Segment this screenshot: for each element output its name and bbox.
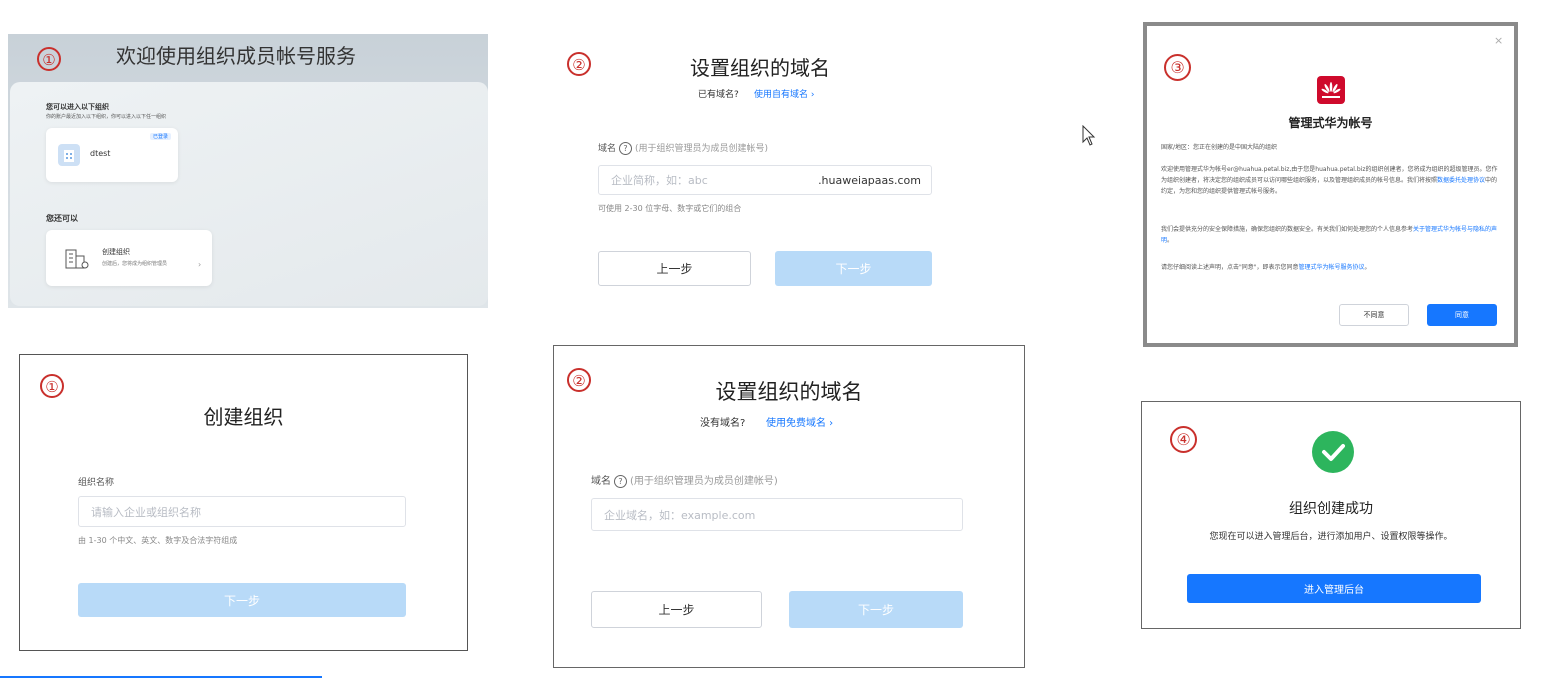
- create-org-building-icon: [64, 246, 90, 274]
- domain-suffix: .huaweiapaas.com: [818, 173, 921, 187]
- agreement-paragraph-2: 我们会提供充分的安全保障措施，确保您组织的数据安全。有关我们如何处理您的个人信息…: [1161, 224, 1501, 246]
- domain-field-hint-bottom: (用于组织管理员为成员创建帐号): [630, 476, 778, 487]
- enterprise-domain-input[interactable]: 企业域名，如：example.com: [591, 498, 963, 531]
- join-org-heading: 您可以进入以下组织: [46, 103, 109, 111]
- mouse-cursor-icon: [1082, 124, 1096, 151]
- next-step-button[interactable]: 下一步: [775, 251, 932, 286]
- dialog-title: 管理式华为帐号: [1288, 116, 1373, 130]
- use-own-domain-link[interactable]: 使用自有域名 ›: [754, 87, 814, 100]
- step-number-2: ②: [567, 52, 591, 76]
- domain-title: 设置组织的域名: [690, 56, 830, 80]
- agree-button[interactable]: 同意: [1427, 304, 1497, 326]
- decline-button[interactable]: 不同意: [1339, 304, 1409, 326]
- also-can-heading: 您还可以: [46, 214, 78, 223]
- create-org-title: 创建组织: [203, 405, 284, 429]
- service-agreement-link[interactable]: 管理式华为帐号服务协议: [1299, 264, 1365, 271]
- prev-step-button-bottom[interactable]: 上一步: [591, 591, 762, 628]
- para3-text: 请您仔细阅读上述声明，点击"同意"，即表示您同意: [1161, 264, 1299, 271]
- org-building-icon: [58, 144, 80, 166]
- success-check-icon: [1312, 431, 1354, 473]
- domain-field-label-bottom: 域名: [591, 476, 611, 487]
- agreement-paragraph-3: 请您仔细阅读上述声明，点击"同意"，即表示您同意管理式华为帐号服务协议。: [1161, 262, 1501, 273]
- para2-text: 我们会提供充分的安全保障措施，确保您组织的数据安全。有关我们如何处理您的个人信息…: [1161, 226, 1414, 233]
- domain-title-bottom: 设置组织的域名: [715, 380, 863, 404]
- create-org-panel: ① 创建组织 组织名称 请输入企业或组织名称 由 1-30 个中文、英文、数字及…: [19, 354, 468, 651]
- step-number-1: ①: [37, 47, 61, 71]
- join-org-desc: 你的账户最近加入以下组织，你可以进入以下任一组织: [46, 114, 167, 120]
- org-name-label: 组织名称: [78, 478, 115, 488]
- org-name-input[interactable]: 请输入企业或组织名称: [78, 496, 406, 527]
- domain-input-note: 可使用 2-30 位字母、数字或它们的组合: [598, 204, 742, 213]
- enter-admin-console-button[interactable]: 进入管理后台: [1187, 574, 1481, 603]
- region-line: 国家/地区：您正在创建的是中国大陆的组织: [1161, 144, 1278, 151]
- domain-field-label-row-bottom: 域名? (用于组织管理员为成员创建帐号): [591, 472, 778, 488]
- create-org-desc: 创建后，您将成为组织管理员: [102, 261, 168, 267]
- org-status-badge: 已登录: [150, 133, 172, 140]
- domain-input-placeholder: 企业简称，如：abc: [611, 174, 708, 187]
- has-domain-text: 已有域名?: [698, 90, 739, 100]
- prev-step-button[interactable]: 上一步: [598, 251, 751, 286]
- domain-panel-bottom: ② 设置组织的域名 没有域名? 使用免费域名 › 域名? (用于组织管理员为成员创…: [553, 345, 1025, 668]
- step-number-3: ③: [1164, 54, 1191, 81]
- success-panel: ④ 组织创建成功 您现在可以进入管理后台，进行添加用户、设置权限等操作。 进入管…: [1141, 401, 1521, 629]
- agreement-paragraph-1: 欢迎使用管理式华为帐号er@huahua.petal.biz,由于您是huahu…: [1161, 164, 1501, 197]
- step-number-1-bottom: ①: [40, 374, 64, 398]
- para3-tail: 。: [1364, 264, 1371, 271]
- success-title: 组织创建成功: [1289, 501, 1373, 517]
- create-org-card[interactable]: 创建组织 创建后，您将成为组织管理员 ›: [46, 230, 212, 286]
- close-icon[interactable]: ×: [1494, 34, 1503, 47]
- no-domain-text: 没有域名?: [700, 418, 746, 429]
- next-step-button-bottom[interactable]: 下一步: [789, 591, 963, 628]
- org-card-dtest[interactable]: dtest 已登录: [46, 128, 178, 182]
- huawei-logo-icon: [1317, 76, 1345, 104]
- domain-field-label-row: 域名? (用于组织管理员为成员创建帐号): [598, 141, 768, 155]
- agreement-dialog: ③ × 管理式华为帐号 国家/地区：您正在创建的是中国大陆的组织 欢迎使用管理式…: [1143, 22, 1518, 347]
- use-free-domain-link[interactable]: 使用免费域名 ›: [766, 414, 833, 429]
- chevron-right-icon: ›: [198, 260, 202, 269]
- help-circle-icon[interactable]: ?: [614, 474, 627, 488]
- step-number-4: ④: [1170, 426, 1197, 453]
- help-circle-icon[interactable]: ?: [619, 142, 633, 155]
- para2-tail: 。: [1167, 237, 1174, 244]
- domain-prefix-input[interactable]: 企业简称，如：abc .huaweiapaas.com: [598, 165, 932, 195]
- org-name-note: 由 1-30 个中文、英文、数字及合法字符组成: [78, 536, 238, 545]
- data-processing-agreement-link[interactable]: 数据委托处理协议: [1437, 177, 1485, 184]
- org-name: dtest: [90, 149, 111, 158]
- domain-field-hint: (用于组织管理员为成员创建帐号): [635, 144, 769, 154]
- welcome-title: 欢迎使用组织成员帐号服务: [116, 44, 356, 68]
- domain-field-label: 域名: [598, 144, 617, 154]
- success-desc: 您现在可以进入管理后台，进行添加用户、设置权限等操作。: [1209, 532, 1453, 542]
- create-org-title: 创建组织: [102, 248, 130, 256]
- create-org-next-button[interactable]: 下一步: [78, 583, 406, 617]
